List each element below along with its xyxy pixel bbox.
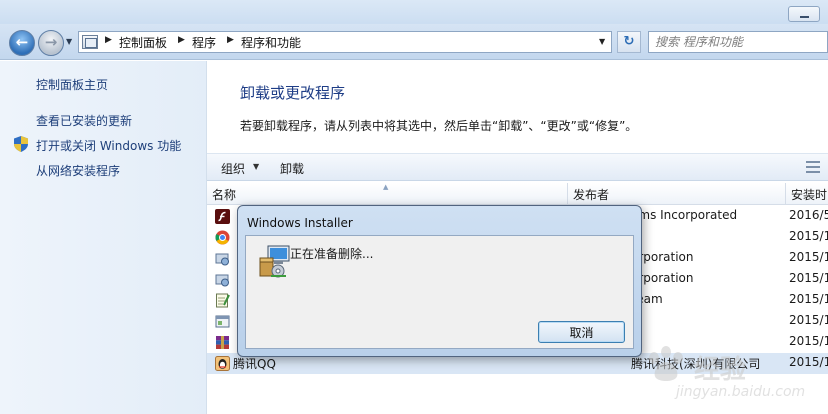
chrome-icon <box>215 230 230 245</box>
windows-installer-dialog: Windows Installer 正在准备删除... 取消 <box>237 205 642 357</box>
dialog-message: 正在准备删除... <box>290 247 374 261</box>
program-publisher: orporation <box>631 250 694 264</box>
installer-package-icon <box>215 253 229 266</box>
dialog-title: Windows Installer <box>247 216 353 230</box>
winrar-icon <box>216 336 229 349</box>
column-install-date[interactable]: 安装时 <box>786 183 828 205</box>
page-title: 卸载或更改程序 <box>240 84 346 102</box>
arrow-right-icon: → <box>44 33 58 51</box>
shield-icon <box>14 136 28 152</box>
address-dropdown-icon[interactable]: ▼ <box>599 37 605 46</box>
history-dropdown-icon[interactable]: ▼ <box>66 37 72 46</box>
refresh-icon: ↻ <box>623 34 635 49</box>
program-install-date: 2015/1 <box>789 271 828 285</box>
view-options-icon[interactable] <box>806 161 820 173</box>
program-install-date: 2016/5 <box>789 208 828 222</box>
program-name: 腾讯QQ <box>233 357 276 371</box>
forward-button[interactable]: → <box>38 30 64 56</box>
installer-package-icon <box>215 274 229 287</box>
turn-windows-features-link[interactable]: 打开或关闭 Windows 功能 <box>36 137 181 154</box>
install-from-network-link[interactable]: 从网络安装程序 <box>36 162 120 179</box>
arrow-left-icon: ← <box>15 33 29 51</box>
search-box[interactable] <box>648 31 828 53</box>
program-install-date: 2015/1 <box>789 355 828 369</box>
program-publisher: H <box>631 334 781 348</box>
breadcrumb-separator-icon[interactable]: ▶ <box>105 35 112 45</box>
program-publisher: orporation <box>631 271 694 285</box>
breadcrumb-programs[interactable]: 程序 <box>192 34 216 51</box>
breadcrumb-control-panel[interactable]: 控制面板 <box>119 34 167 51</box>
program-install-date: 2015/1 <box>789 334 828 348</box>
view-installed-updates-link[interactable]: 查看已安装的更新 <box>36 112 132 129</box>
uninstall-button[interactable]: 卸载 <box>280 160 304 177</box>
window-app-icon <box>215 315 230 328</box>
dialog-body: 正在准备删除... 取消 <box>245 235 634 349</box>
installer-icon <box>259 245 290 278</box>
search-input[interactable] <box>655 34 815 50</box>
program-install-date: 2015/1 <box>789 250 828 264</box>
column-name[interactable]: 名称 <box>207 183 568 205</box>
address-bar[interactable]: ▶ 控制面板 ▶ 程序 ▶ 程序和功能 ▼ <box>78 31 612 53</box>
minimize-button[interactable] <box>788 6 820 22</box>
program-publisher: Team <box>631 292 663 306</box>
column-publisher[interactable]: 发布者 <box>568 183 786 205</box>
left-task-pane: 控制面板主页 查看已安装的更新 打开或关闭 Windows 功能 从网络安装程序 <box>0 61 207 414</box>
breadcrumb-separator-icon[interactable]: ▶ <box>178 35 185 45</box>
back-button[interactable]: ← <box>9 30 35 56</box>
organize-dropdown-icon[interactable]: ▼ <box>253 162 259 171</box>
adobe-flash-icon <box>215 209 230 224</box>
qq-icon <box>215 356 230 371</box>
program-install-date: 2015/1 <box>789 292 828 306</box>
program-publisher: ems Incorporated <box>631 208 738 222</box>
column-header-row: ▲ 名称 发布者 安装时 <box>207 183 828 205</box>
program-install-date: 2015/1 <box>789 313 828 327</box>
program-publisher: 腾讯科技(深圳)有限公司 <box>631 357 761 371</box>
cancel-button[interactable]: 取消 <box>538 321 625 343</box>
breadcrumb-programs-and-features[interactable]: 程序和功能 <box>241 34 301 51</box>
refresh-button[interactable]: ↻ <box>617 31 641 53</box>
program-install-date: 2015/1 <box>789 229 828 243</box>
control-panel-folder-icon <box>82 35 98 49</box>
notepad-icon <box>216 293 230 308</box>
page-description: 若要卸载程序，请从列表中将其选中，然后单击“卸载”、“更改”或“修复”。 <box>240 119 638 133</box>
breadcrumb-separator-icon[interactable]: ▶ <box>227 35 234 45</box>
control-panel-home-link[interactable]: 控制面板主页 <box>36 76 108 93</box>
command-toolbar: 组织 ▼ 卸载 <box>207 153 828 181</box>
organize-button[interactable]: 组织 <box>221 160 245 177</box>
